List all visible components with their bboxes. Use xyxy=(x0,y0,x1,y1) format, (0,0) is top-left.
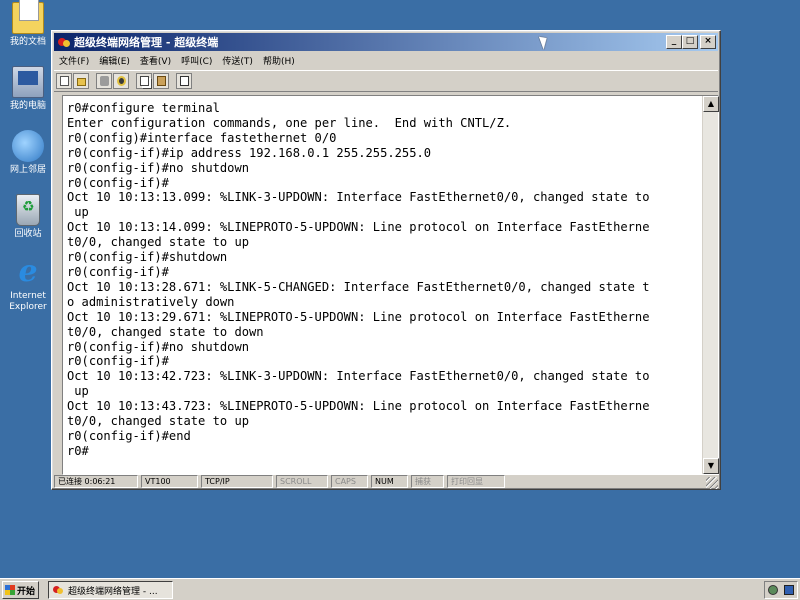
start-button[interactable]: 开始 xyxy=(2,581,39,599)
status-scroll: SCROLL xyxy=(276,475,328,488)
desktop-icon-label: 回收站 xyxy=(14,229,42,239)
desktop-icon-internet-explorer[interactable]: e Internet Explorer xyxy=(2,256,54,313)
record-icon xyxy=(117,76,126,86)
properties-button[interactable] xyxy=(176,73,192,89)
new-icon xyxy=(60,76,69,86)
status-capture: 捕获 xyxy=(411,475,444,488)
terminal-line: Oct 10 10:13:14.099: %LINEPROTO-5-UPDOWN… xyxy=(67,220,650,235)
status-connected: 已连接 0:06:21 xyxy=(54,475,138,488)
toolbar xyxy=(54,70,718,92)
minimize-button[interactable]: _ xyxy=(666,35,682,49)
desktop-icon-my-computer[interactable]: 我的电脑 xyxy=(2,66,54,112)
terminal-line: r0(config-if)#end xyxy=(67,428,191,443)
terminal-output[interactable]: r0#configure terminal Enter configuration… xyxy=(67,101,703,469)
desktop-icon-label: 我的文档 xyxy=(9,37,46,47)
hyperterminal-window: 超级终端网络管理 - 超级终端 _ □ × 文件(F) 编辑(E) 查看(V) … xyxy=(51,30,721,490)
terminal-line: r0(config-if)# xyxy=(67,264,169,279)
terminal-line: Oct 10 10:13:13.099: %LINK-3-UPDOWN: Int… xyxy=(67,190,650,205)
network-places-icon xyxy=(12,130,44,162)
open-button[interactable] xyxy=(73,73,89,89)
copy-icon xyxy=(140,76,149,86)
menu-transfer[interactable]: 传送(T) xyxy=(217,54,258,67)
desktop-icon-my-documents[interactable]: 我的文档 xyxy=(2,0,54,48)
window-titlebar[interactable]: 超级终端网络管理 - 超级终端 _ □ × xyxy=(54,33,718,51)
desktop-icon-label: Internet Explorer xyxy=(9,291,47,312)
scroll-up-arrow-icon[interactable]: ▲ xyxy=(703,96,719,112)
new-connection-button[interactable] xyxy=(56,73,72,89)
resize-grip-icon[interactable] xyxy=(706,477,718,489)
status-num: NUM xyxy=(371,475,408,488)
status-print-echo: 打印回显 xyxy=(447,475,505,488)
menu-view[interactable]: 查看(V) xyxy=(135,54,176,67)
properties-icon xyxy=(180,76,189,86)
terminal-line: r0# xyxy=(67,443,89,458)
terminal-line: Oct 10 10:13:29.671: %LINEPROTO-5-UPDOWN… xyxy=(67,309,650,324)
terminal-line: r0(config-if)# xyxy=(67,354,169,369)
tray-app-icon[interactable] xyxy=(784,585,794,595)
internet-explorer-icon: e xyxy=(18,254,38,289)
start-label: 开始 xyxy=(17,586,36,597)
taskbar-item-hyperterminal[interactable]: 超级终端网络管理 - ... xyxy=(48,581,173,599)
maximize-button[interactable]: □ xyxy=(682,35,698,49)
terminal-frame: r0#configure terminal Enter configuration… xyxy=(62,95,719,475)
terminal-line: t0/0, changed state to up xyxy=(67,235,250,250)
disconnect-button[interactable] xyxy=(96,73,112,89)
terminal-line: r0(config-if)#no shutdown xyxy=(67,339,250,354)
terminal-line: Oct 10 10:13:42.723: %LINK-3-UPDOWN: Int… xyxy=(67,369,650,384)
status-emulation: VT100 xyxy=(141,475,198,488)
hyperterminal-app-icon xyxy=(52,584,65,597)
terminal-line: r0(config-if)#ip address 192.168.0.1 255… xyxy=(67,145,432,160)
menu-call[interactable]: 呼叫(C) xyxy=(176,54,217,67)
disconnect-icon xyxy=(100,76,109,86)
vertical-scrollbar[interactable]: ▲ ▼ xyxy=(702,96,719,474)
my-documents-icon xyxy=(12,0,44,34)
desktop-icon-label: 网上邻居 xyxy=(9,165,46,175)
menu-edit[interactable]: 编辑(E) xyxy=(94,54,135,67)
menu-bar: 文件(F) 编辑(E) 查看(V) 呼叫(C) 传送(T) 帮助(H) xyxy=(54,52,718,69)
status-bar: 已连接 0:06:21 VT100 TCP/IP SCROLL CAPS NUM… xyxy=(54,474,718,489)
terminal-line: up xyxy=(67,384,89,399)
terminal-line: up xyxy=(67,205,89,220)
recycle-bin-icon xyxy=(16,194,40,226)
terminal-line: r0#configure terminal xyxy=(67,101,220,115)
terminal-line: Oct 10 10:13:28.671: %LINK-5-CHANGED: In… xyxy=(67,279,650,294)
my-computer-icon xyxy=(12,66,44,98)
close-button[interactable]: × xyxy=(700,35,716,49)
scroll-down-arrow-icon[interactable]: ▼ xyxy=(703,458,719,474)
window-controls: _ □ × xyxy=(666,35,716,49)
terminal-line: r0(config-if)#shutdown xyxy=(67,250,228,265)
desktop-icon-label: 我的电脑 xyxy=(9,101,46,111)
window-title: 超级终端网络管理 - 超级终端 xyxy=(74,36,219,49)
tray-network-icon[interactable] xyxy=(768,585,778,595)
terminal-line: t0/0, changed state to up xyxy=(67,414,250,429)
terminal-line: o administratively down xyxy=(67,294,235,309)
status-protocol: TCP/IP xyxy=(201,475,273,488)
system-tray xyxy=(764,581,798,599)
menu-file[interactable]: 文件(F) xyxy=(54,54,94,67)
terminal-line: t0/0, changed state to down xyxy=(67,324,264,339)
open-icon xyxy=(77,78,86,86)
hyperterminal-app-icon[interactable] xyxy=(57,35,71,49)
terminal-line: Enter configuration commands, one per li… xyxy=(67,115,512,130)
windows-logo-icon xyxy=(5,585,15,595)
status-caps: CAPS xyxy=(331,475,368,488)
terminal-line: Oct 10 10:13:43.723: %LINEPROTO-5-UPDOWN… xyxy=(67,399,650,414)
paste-icon xyxy=(157,76,166,86)
terminal-line: r0(config-if)# xyxy=(67,175,169,190)
menu-help[interactable]: 帮助(H) xyxy=(258,54,300,67)
terminal-line: r0(config-if)#no shutdown xyxy=(67,160,250,175)
desktop-icon-recycle-bin[interactable]: 回收站 xyxy=(2,194,54,240)
record-button[interactable] xyxy=(113,73,129,89)
desktop-icon-network-places[interactable]: 网上邻居 xyxy=(2,130,54,176)
taskbar: 开始 超级终端网络管理 - ... xyxy=(0,578,800,600)
terminal-line: r0(config)#interface fastethernet 0/0 xyxy=(67,130,337,145)
copy-button[interactable] xyxy=(136,73,152,89)
paste-button[interactable] xyxy=(153,73,169,89)
taskbar-item-label: 超级终端网络管理 - ... xyxy=(68,586,158,597)
